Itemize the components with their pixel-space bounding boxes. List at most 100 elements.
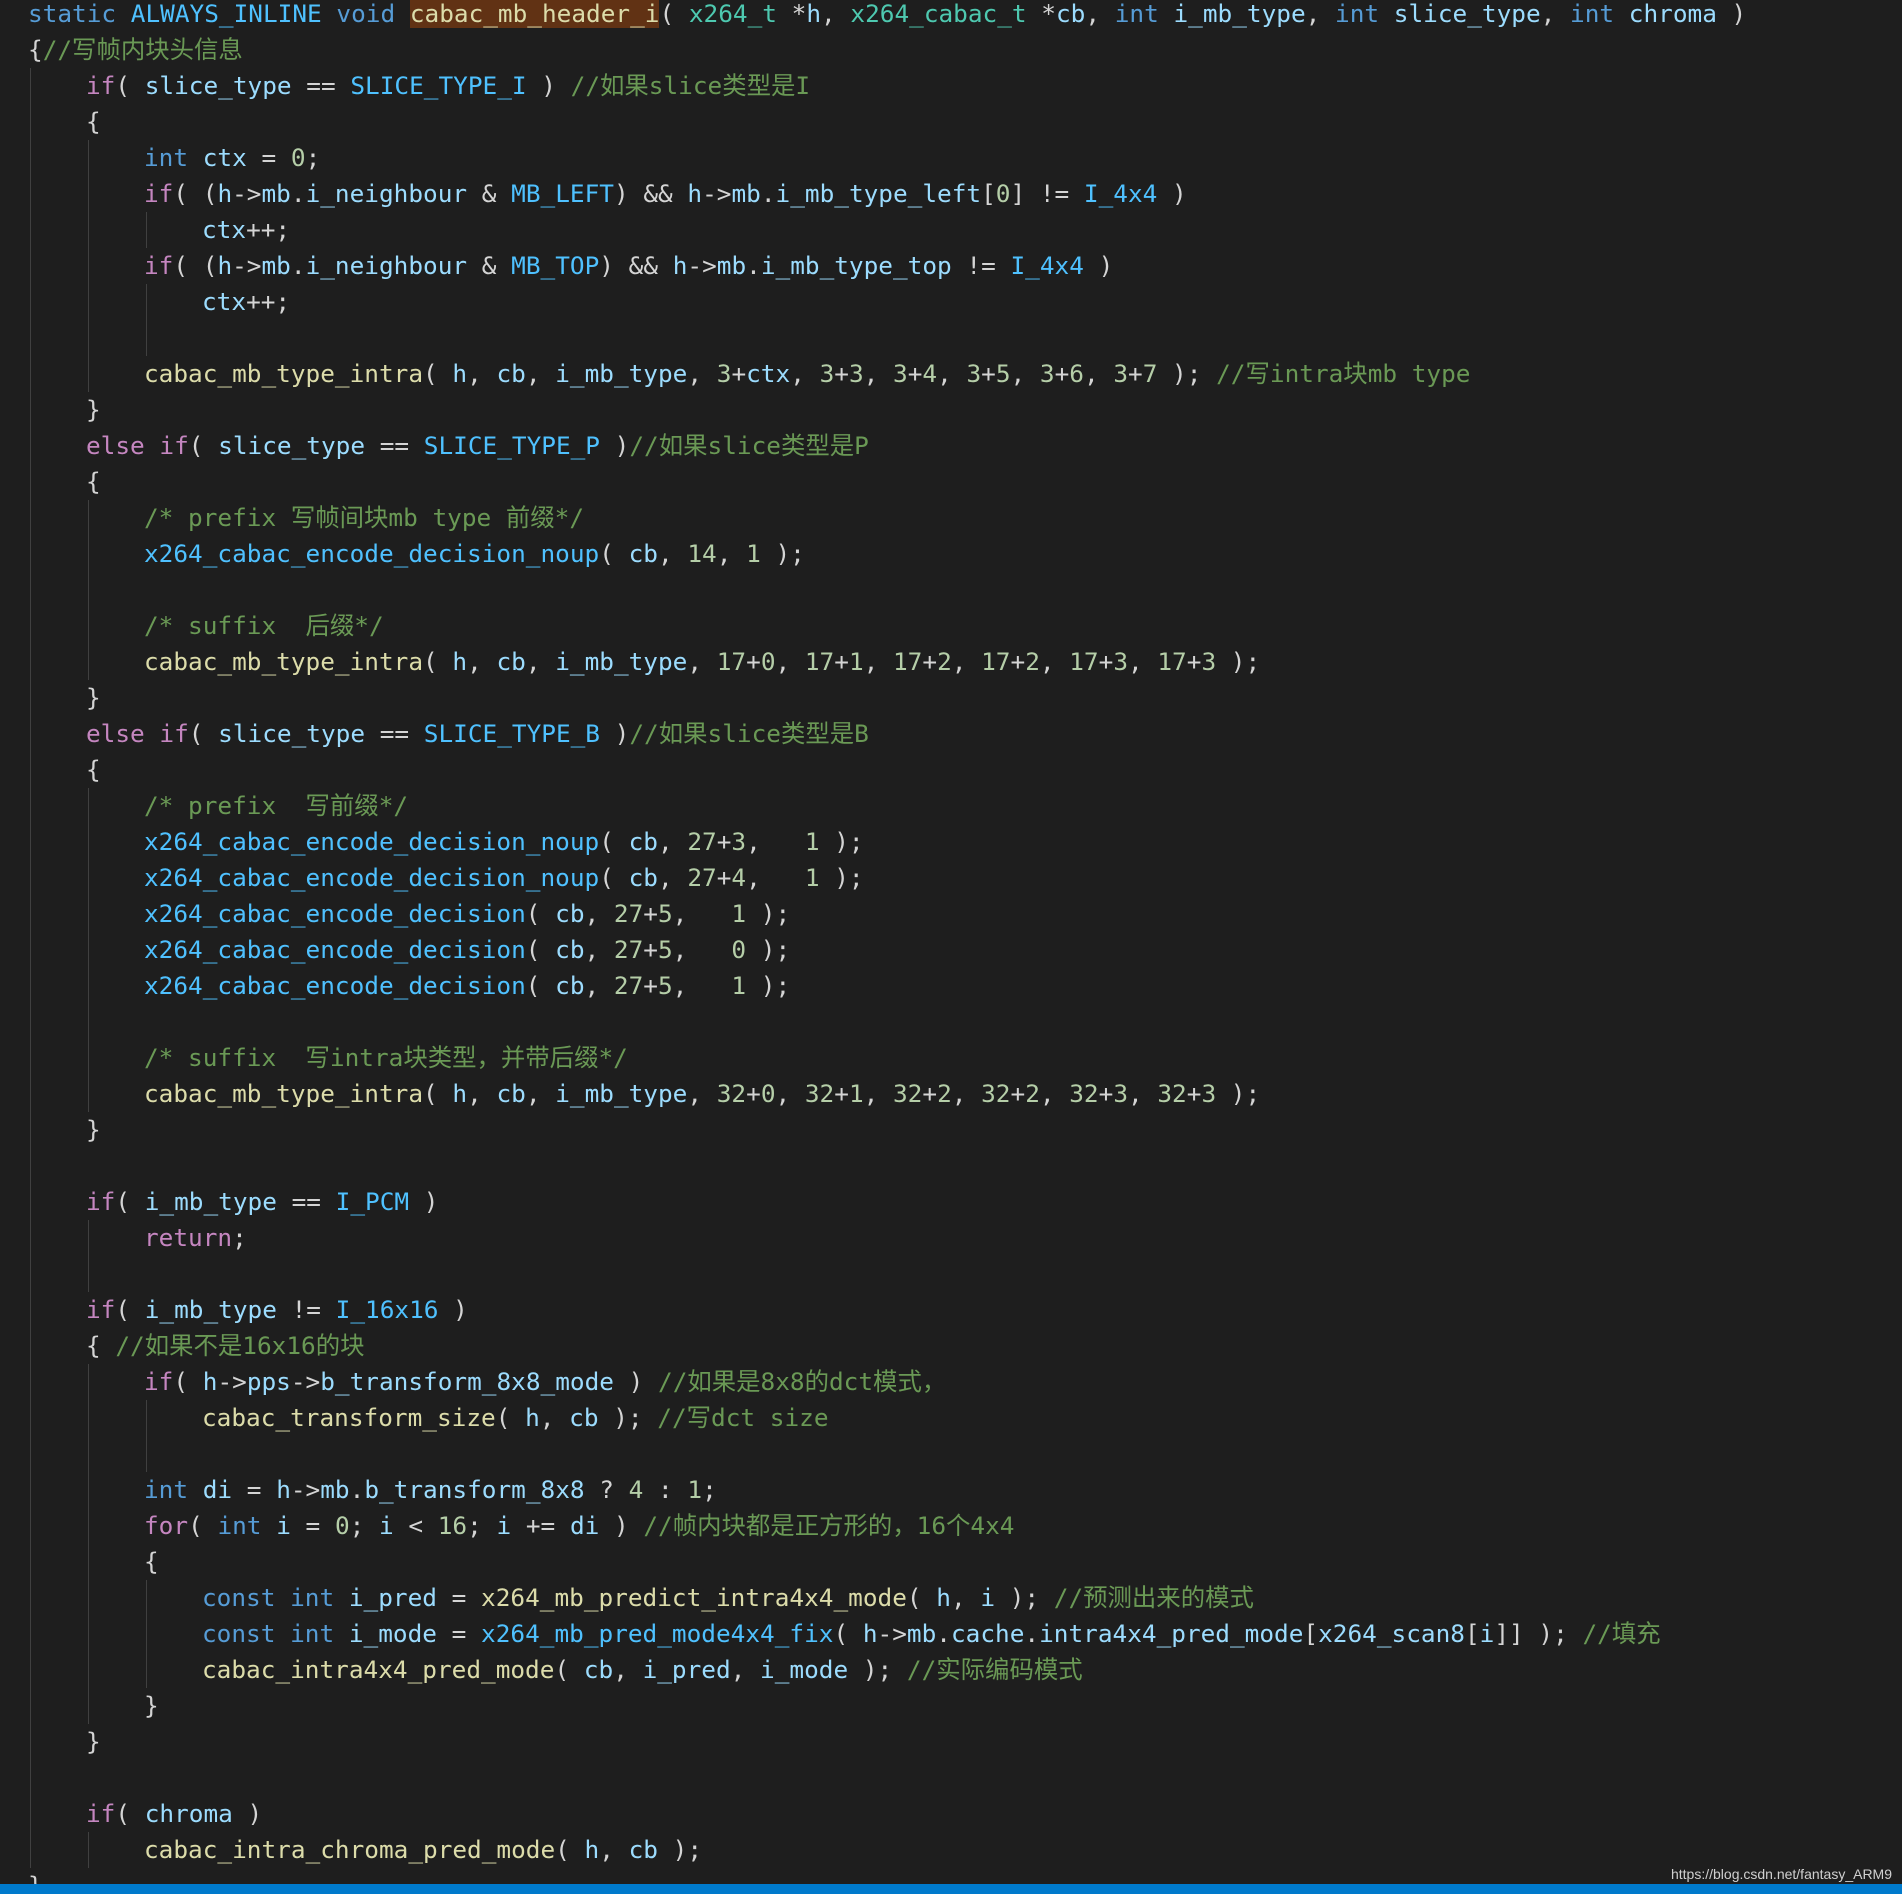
number-literal: 2	[1025, 647, 1040, 676]
code-line: }	[86, 1112, 101, 1148]
punctuation: (	[659, 0, 689, 28]
punctuation: ,	[672, 971, 732, 1000]
number-literal: 0	[760, 647, 776, 676]
punctuation: ;	[232, 1223, 247, 1252]
punctuation: );	[819, 863, 864, 892]
identifier: cb	[496, 359, 526, 388]
number-literal: 0	[334, 1511, 350, 1540]
keyword: int	[1335, 0, 1394, 28]
keyword: const	[202, 1583, 291, 1612]
number-literal: 1	[746, 539, 761, 568]
punctuation: ) &&	[613, 179, 688, 208]
control-keyword: return	[144, 1223, 233, 1252]
control-keyword: if	[144, 179, 174, 208]
punctuation: ,	[775, 647, 805, 676]
punctuation: ->	[687, 251, 717, 280]
identifier: cb	[583, 1655, 614, 1684]
comment: //写帧内块头信息	[42, 35, 243, 64]
macro-name: I_4x4	[1010, 251, 1084, 280]
type-name: x264_cabac_t	[850, 0, 1042, 28]
number-literal: 5	[657, 935, 673, 964]
punctuation: ,	[525, 1079, 556, 1108]
punctuation: ,	[1039, 1079, 1070, 1108]
macro-name: x264_cabac_encode_decision	[144, 971, 526, 1000]
identifier: i_mb_type	[555, 647, 688, 676]
identifier: i	[1479, 1619, 1495, 1648]
punctuation: .	[290, 251, 306, 280]
punctuation: +	[1186, 647, 1202, 676]
code-line: x264_cabac_encode_decision_noup( cb, 14,…	[144, 536, 805, 572]
number-literal: 32	[804, 1079, 835, 1108]
identifier: h	[584, 1835, 600, 1864]
punctuation: +	[1186, 1079, 1202, 1108]
punctuation: *	[791, 0, 807, 28]
punctuation: (	[188, 719, 219, 748]
code-line: if( chroma )	[86, 1796, 262, 1832]
control-keyword: if	[144, 251, 174, 280]
code-line: if( i_mb_type != I_16x16 )	[86, 1292, 468, 1328]
identifier: h	[936, 1583, 951, 1612]
code-line: }	[86, 1724, 101, 1760]
punctuation: );	[819, 827, 864, 856]
punctuation: ,	[467, 359, 497, 388]
identifier: h	[862, 1619, 878, 1648]
identifier: pps	[246, 1367, 291, 1396]
punctuation: (	[554, 1655, 584, 1684]
punctuation: +	[643, 899, 658, 928]
punctuation: );	[848, 1655, 907, 1684]
punctuation: ->	[217, 1367, 247, 1396]
indent-guide	[88, 500, 89, 680]
punctuation: ,	[672, 899, 732, 928]
punctuation: ,	[525, 647, 556, 676]
punctuation: (	[833, 1619, 863, 1648]
punctuation: ,	[687, 1079, 717, 1108]
punctuation: +	[834, 647, 849, 676]
number-literal: 2	[937, 647, 952, 676]
punctuation: ,	[790, 359, 820, 388]
number-literal: 3	[1039, 359, 1055, 388]
identifier: i_mb_type	[555, 1079, 688, 1108]
identifier: i_mb_type_left	[775, 179, 982, 208]
punctuation: ,	[1085, 0, 1115, 28]
number-literal: 3	[1113, 1079, 1128, 1108]
function-name: cabac_transform_size	[202, 1403, 496, 1432]
code-editor[interactable]: static ALWAYS_INLINE void cabac_mb_heade…	[0, 0, 1902, 1884]
identifier: i	[496, 1511, 512, 1540]
punctuation: .	[760, 179, 776, 208]
number-literal: 4	[628, 1475, 644, 1504]
code-line: /* prefix 写帧间块mb type 前缀*/	[144, 500, 584, 536]
number-literal: 32	[1069, 1079, 1099, 1108]
code-line: cabac_intra4x4_pred_mode( cb, i_pred, i_…	[202, 1652, 1083, 1688]
punctuation: ,	[951, 1079, 982, 1108]
indent-guide	[30, 68, 31, 1868]
punctuation: (	[115, 1187, 145, 1216]
comment: //如果slice类型是I	[570, 71, 811, 100]
number-literal: 3	[1201, 1079, 1217, 1108]
code-line: else if( slice_type == SLICE_TYPE_B )//如…	[86, 716, 869, 752]
indent-guide	[146, 1580, 147, 1688]
identifier: i_mb_type	[1173, 0, 1306, 28]
indent-guide	[88, 140, 89, 392]
control-keyword: if	[86, 1799, 116, 1828]
punctuation: ]] );	[1494, 1619, 1583, 1648]
punctuation: <	[393, 1511, 438, 1540]
code-line: }	[28, 1868, 43, 1884]
function-name: cabac_mb_type_intra	[144, 647, 424, 676]
punctuation: ,	[657, 863, 688, 892]
punctuation: ,	[1010, 359, 1040, 388]
punctuation: (	[599, 863, 629, 892]
function-name: cabac_intra4x4_pred_mode	[202, 1655, 555, 1684]
punctuation: ,	[584, 935, 614, 964]
punctuation: &	[467, 179, 512, 208]
number-literal: 6	[1069, 359, 1084, 388]
punctuation: ,	[1128, 1079, 1158, 1108]
punctuation: ->	[702, 179, 732, 208]
punctuation: (	[525, 971, 556, 1000]
identifier: mb	[320, 1475, 350, 1504]
identifier: i_pred	[642, 1655, 731, 1684]
comment: //预测出来的模式	[1053, 1583, 1254, 1612]
comment: //写intra块mb type	[1216, 359, 1471, 388]
control-keyword: if	[86, 1295, 116, 1324]
punctuation: (	[599, 827, 629, 856]
punctuation: &	[467, 251, 512, 280]
